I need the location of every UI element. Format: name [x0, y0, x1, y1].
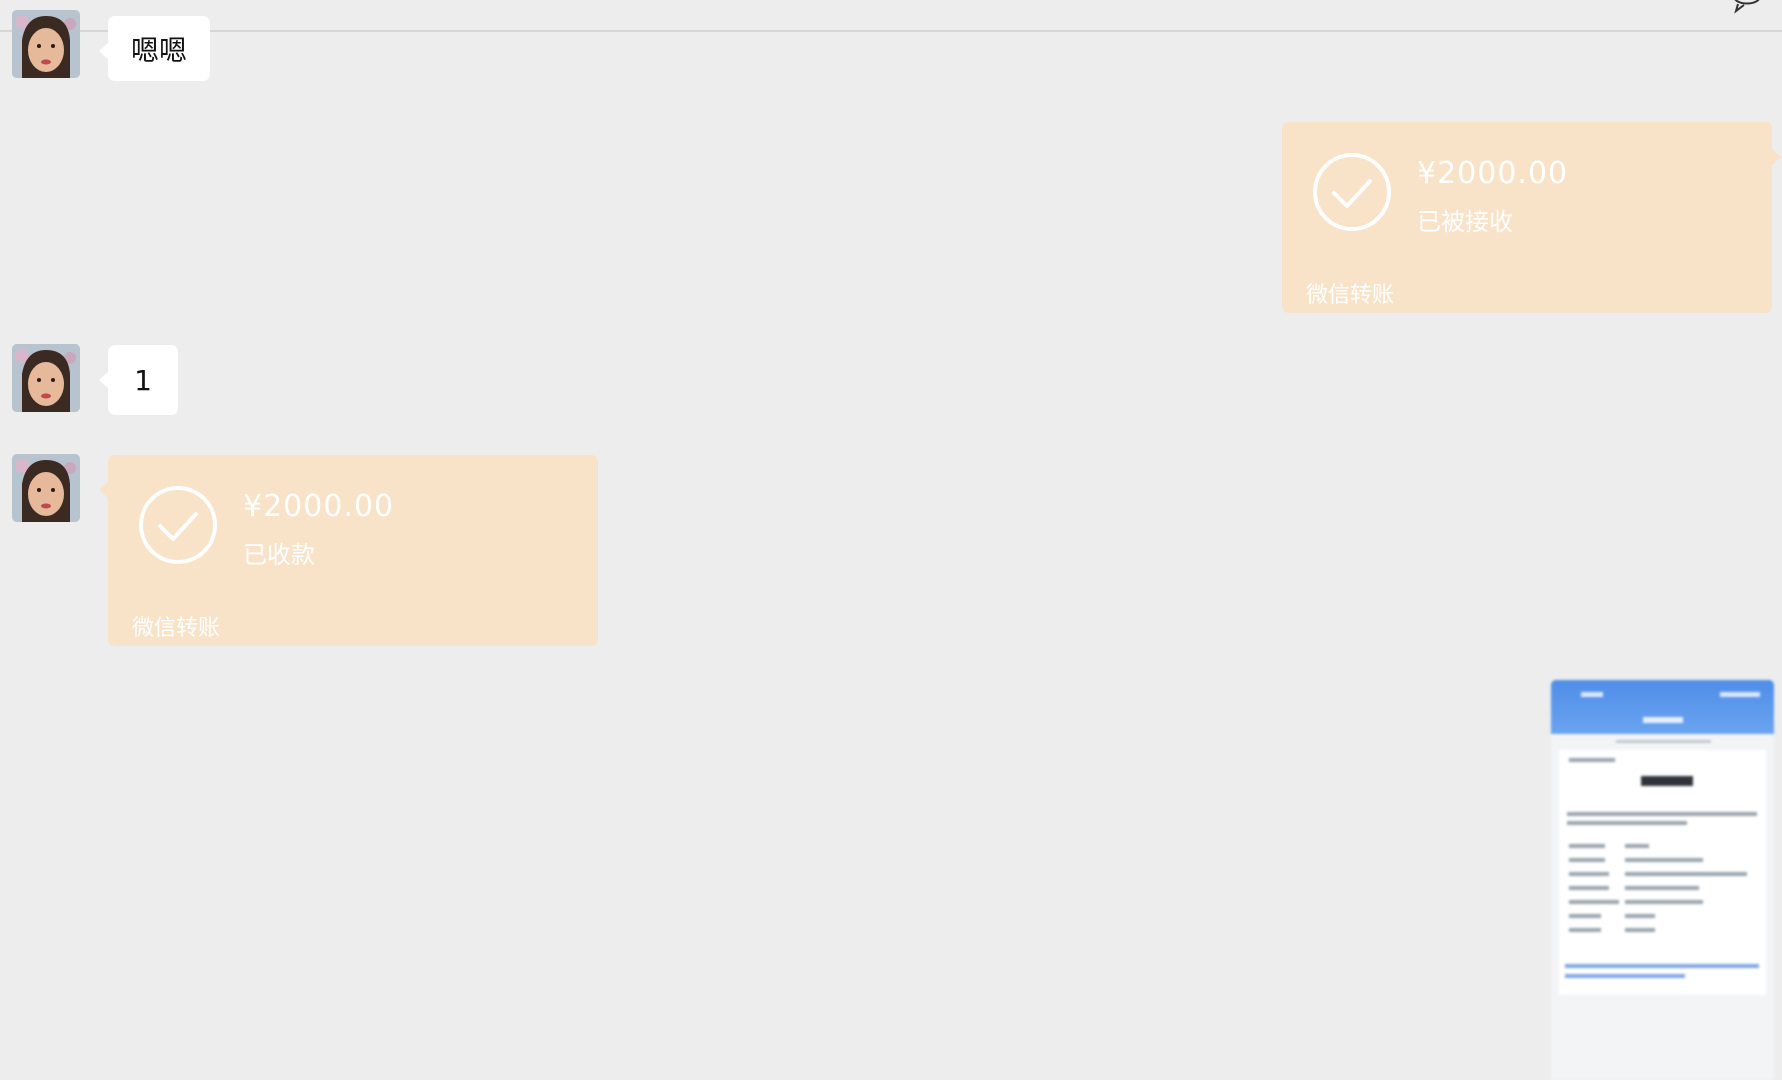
transfer-label: 微信转账 [1306, 283, 1395, 308]
transfer-status: 已收款 [243, 541, 315, 569]
transfer-amount: ¥2000.00 [1417, 156, 1569, 191]
check-circle-icon [139, 486, 217, 564]
message-text: 嗯嗯 [130, 33, 187, 67]
avatar-image [12, 10, 80, 78]
text-message-bubble[interactable]: 嗯嗯 [99, 16, 210, 81]
top-bar [0, 0, 1782, 32]
transfer-card-received[interactable]: ¥2000.00 已收款 微信转账 [99, 455, 598, 646]
contact-avatar[interactable] [12, 10, 80, 78]
image-message-thumbnail[interactable] [1551, 680, 1774, 1080]
text-message-bubble[interactable]: 1 [99, 345, 178, 415]
avatar-image [12, 454, 80, 522]
transfer-status: 已被接收 [1417, 208, 1513, 236]
thumbnail-header [1551, 680, 1774, 734]
thumbnail-receipt [1559, 750, 1766, 995]
avatar-image [12, 344, 80, 412]
transfer-card-sent[interactable]: ¥2000.00 已被接收 微信转账 [1282, 122, 1781, 313]
contact-avatar[interactable] [12, 454, 80, 522]
transfer-label: 微信转账 [132, 616, 221, 641]
message-text: 1 [134, 363, 152, 397]
chat-bubble-icon[interactable] [1730, 0, 1764, 14]
check-circle-icon [1313, 153, 1391, 231]
transfer-amount: ¥2000.00 [243, 489, 395, 524]
contact-avatar[interactable] [12, 344, 80, 412]
